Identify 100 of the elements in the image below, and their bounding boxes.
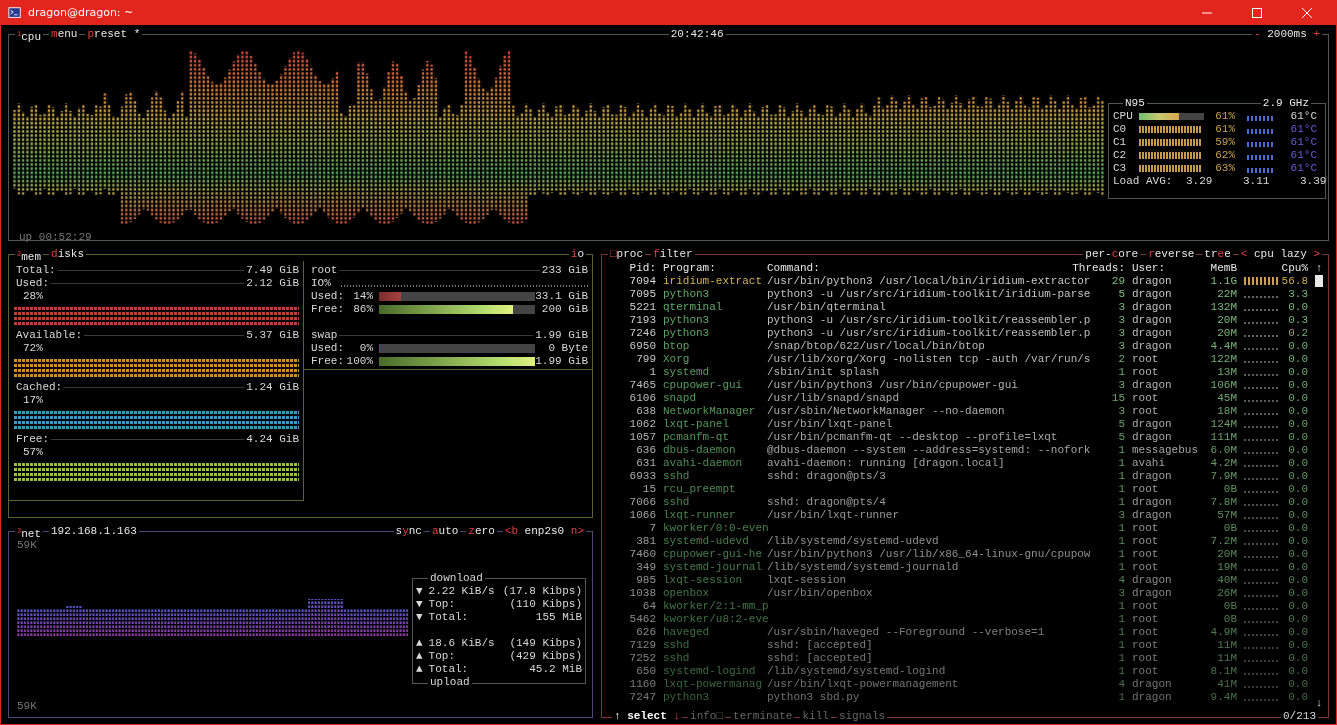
table-cell-text: sshd [662, 470, 691, 483]
table-cell-text: 0B [1222, 483, 1237, 496]
column-header[interactable]: Pid: [606, 262, 656, 275]
column-header[interactable]: Threads: [1043, 262, 1125, 275]
table-cell-text: python3 [662, 691, 711, 704]
table-cell-text: 1057 [628, 431, 656, 444]
scroll-down-arrow[interactable]: ↓ [1315, 697, 1323, 710]
temperature-graph [1247, 129, 1275, 134]
table-cell: /lib/systemd/systemd-journald [767, 561, 959, 573]
table-cell-text: 5 [1117, 418, 1125, 431]
cpu-sparkline [1244, 335, 1278, 337]
cpu-sparkline [1244, 426, 1278, 428]
table-cell-text: 0.0 [1287, 691, 1308, 704]
net-toggle[interactable]: <b enp2s0 n> [502, 525, 586, 538]
cpu-sparkline [1244, 387, 1278, 389]
table-cell-text: 7095 [628, 288, 656, 301]
table-cell-text: 0.0 [1287, 457, 1308, 470]
table-cell-text: dragon [1131, 379, 1173, 392]
table-cell-text: haveged [662, 626, 711, 639]
scrollbar-thumb[interactable] [1315, 275, 1323, 287]
table-cell-text: 7066 [628, 496, 656, 509]
column-header[interactable]: User: [1125, 262, 1198, 275]
core-percent: 61% [1214, 110, 1235, 123]
meter-label: Used: [310, 290, 345, 303]
table-cell-text: 7193 [628, 314, 656, 327]
table-cell-text: 7094 [628, 275, 656, 288]
table-cell: /usr/bin/pcmanfm-qt --desktop --profile=lxqt [767, 431, 1058, 443]
core-temperature: 61°C [1289, 149, 1317, 162]
table-cell-text: systemd [662, 366, 711, 379]
table-cell-text: 985 [635, 574, 656, 587]
table-cell-text: sshd [662, 652, 691, 665]
core-temperature: 61°C [1289, 110, 1317, 123]
table-cell-text: 638 [635, 405, 656, 418]
table-cell-text: 56.8 [1280, 275, 1308, 288]
table-cell-text: 0.0 [1287, 678, 1308, 691]
table-cell-text: 11M [1216, 639, 1237, 652]
table-cell: /usr/sbin/NetworkManager --no-daemon [767, 405, 1005, 417]
close-icon[interactable] [1302, 7, 1312, 18]
table-cell-text: cpupower-gui [662, 379, 744, 392]
table-cell-text: 0.0 [1287, 418, 1308, 431]
cpu-sparkline [1244, 699, 1278, 701]
proc-option[interactable]: < cpu lazy > [1238, 248, 1322, 261]
table-cell-text: 0.2 [1287, 327, 1308, 340]
table-cell-text: root [1131, 639, 1160, 652]
column-header[interactable]: MemB [1198, 262, 1237, 275]
table-cell-text: rcu_preempt [662, 483, 737, 496]
table-cell-text: lxqt-runner [662, 509, 737, 522]
meter-percent: 14% [352, 290, 373, 303]
table-cell-text: 3.3 [1287, 288, 1308, 301]
table-cell-text: 1 [1117, 366, 1125, 379]
column-header[interactable]: Command: [767, 262, 1043, 275]
net-toggle[interactable]: sync [393, 525, 424, 538]
table-cell-text: root [1131, 483, 1160, 496]
core-graph [1139, 126, 1201, 133]
cpu-sparkline [1244, 621, 1278, 623]
menu-toggle[interactable]: preset * [85, 28, 143, 41]
meter-label: Free: [310, 303, 345, 316]
table-cell-text: 0.0 [1287, 652, 1308, 665]
column-header[interactable]: Program: [656, 262, 767, 275]
scroll-up-arrow[interactable]: ↑ [1315, 262, 1323, 275]
stat-value: (149 Kibps) [508, 637, 582, 650]
table-cell-text: dragon [1131, 288, 1173, 301]
temperature-graph [1247, 142, 1275, 147]
panel-title: $^{3}$net [15, 525, 43, 538]
proc-option[interactable]: per-core [1083, 248, 1141, 261]
scale-label: 59K [17, 700, 37, 713]
table-cell-text: 3 [1117, 340, 1125, 353]
core-temperature: 61°C [1289, 162, 1317, 175]
table-cell-text: cpupower-gui-he [662, 548, 764, 561]
table-cell-text: 0.0 [1287, 509, 1308, 522]
cpu-sparkline [1244, 556, 1278, 558]
table-cell-text: 381 [635, 535, 656, 548]
table-cell-text: systemd-udevd [662, 535, 750, 548]
table-cell-text: 4 [1117, 574, 1125, 587]
disk-name: swap [308, 329, 340, 342]
upload-arrow: ▲ [416, 637, 423, 650]
table-cell-text: 57M [1216, 509, 1237, 522]
table-cell-text: kworker/u8:2-eve [662, 613, 767, 626]
table-cell-text: 0.0 [1287, 561, 1308, 574]
select-control[interactable]: ↑ select ↓ [612, 710, 683, 723]
stat-label: Total: [428, 611, 469, 624]
table-cell-text: avahi [1131, 457, 1166, 470]
maximize-icon[interactable] [1252, 7, 1262, 18]
table-cell-text: 1 [1117, 457, 1125, 470]
table-cell-text: 0.0 [1287, 392, 1308, 405]
table-cell: /usr/lib/xorg/Xorg -nolisten tcp -auth /var/run/s [767, 353, 1091, 365]
core-percent: 63% [1214, 162, 1235, 175]
stat-value: (429 Kibps) [508, 650, 582, 663]
core-label: CPU [1113, 110, 1134, 123]
table-cell-text: 1.1G [1209, 275, 1237, 288]
table-cell-text: 19M [1216, 561, 1237, 574]
table-cell: lxqt-session [767, 574, 847, 586]
column-header[interactable]: Cpu% [1278, 262, 1308, 275]
meter-value: 33.1 GiB [535, 290, 588, 303]
table-cell-text: 0B [1222, 613, 1237, 626]
cpu-sparkline [1244, 465, 1278, 467]
table-cell-text: 5 [1117, 288, 1125, 301]
table-cell-text: 41M [1216, 678, 1237, 691]
table-cell-text: 124M [1209, 418, 1237, 431]
table-cell-text: 132M [1209, 301, 1237, 314]
